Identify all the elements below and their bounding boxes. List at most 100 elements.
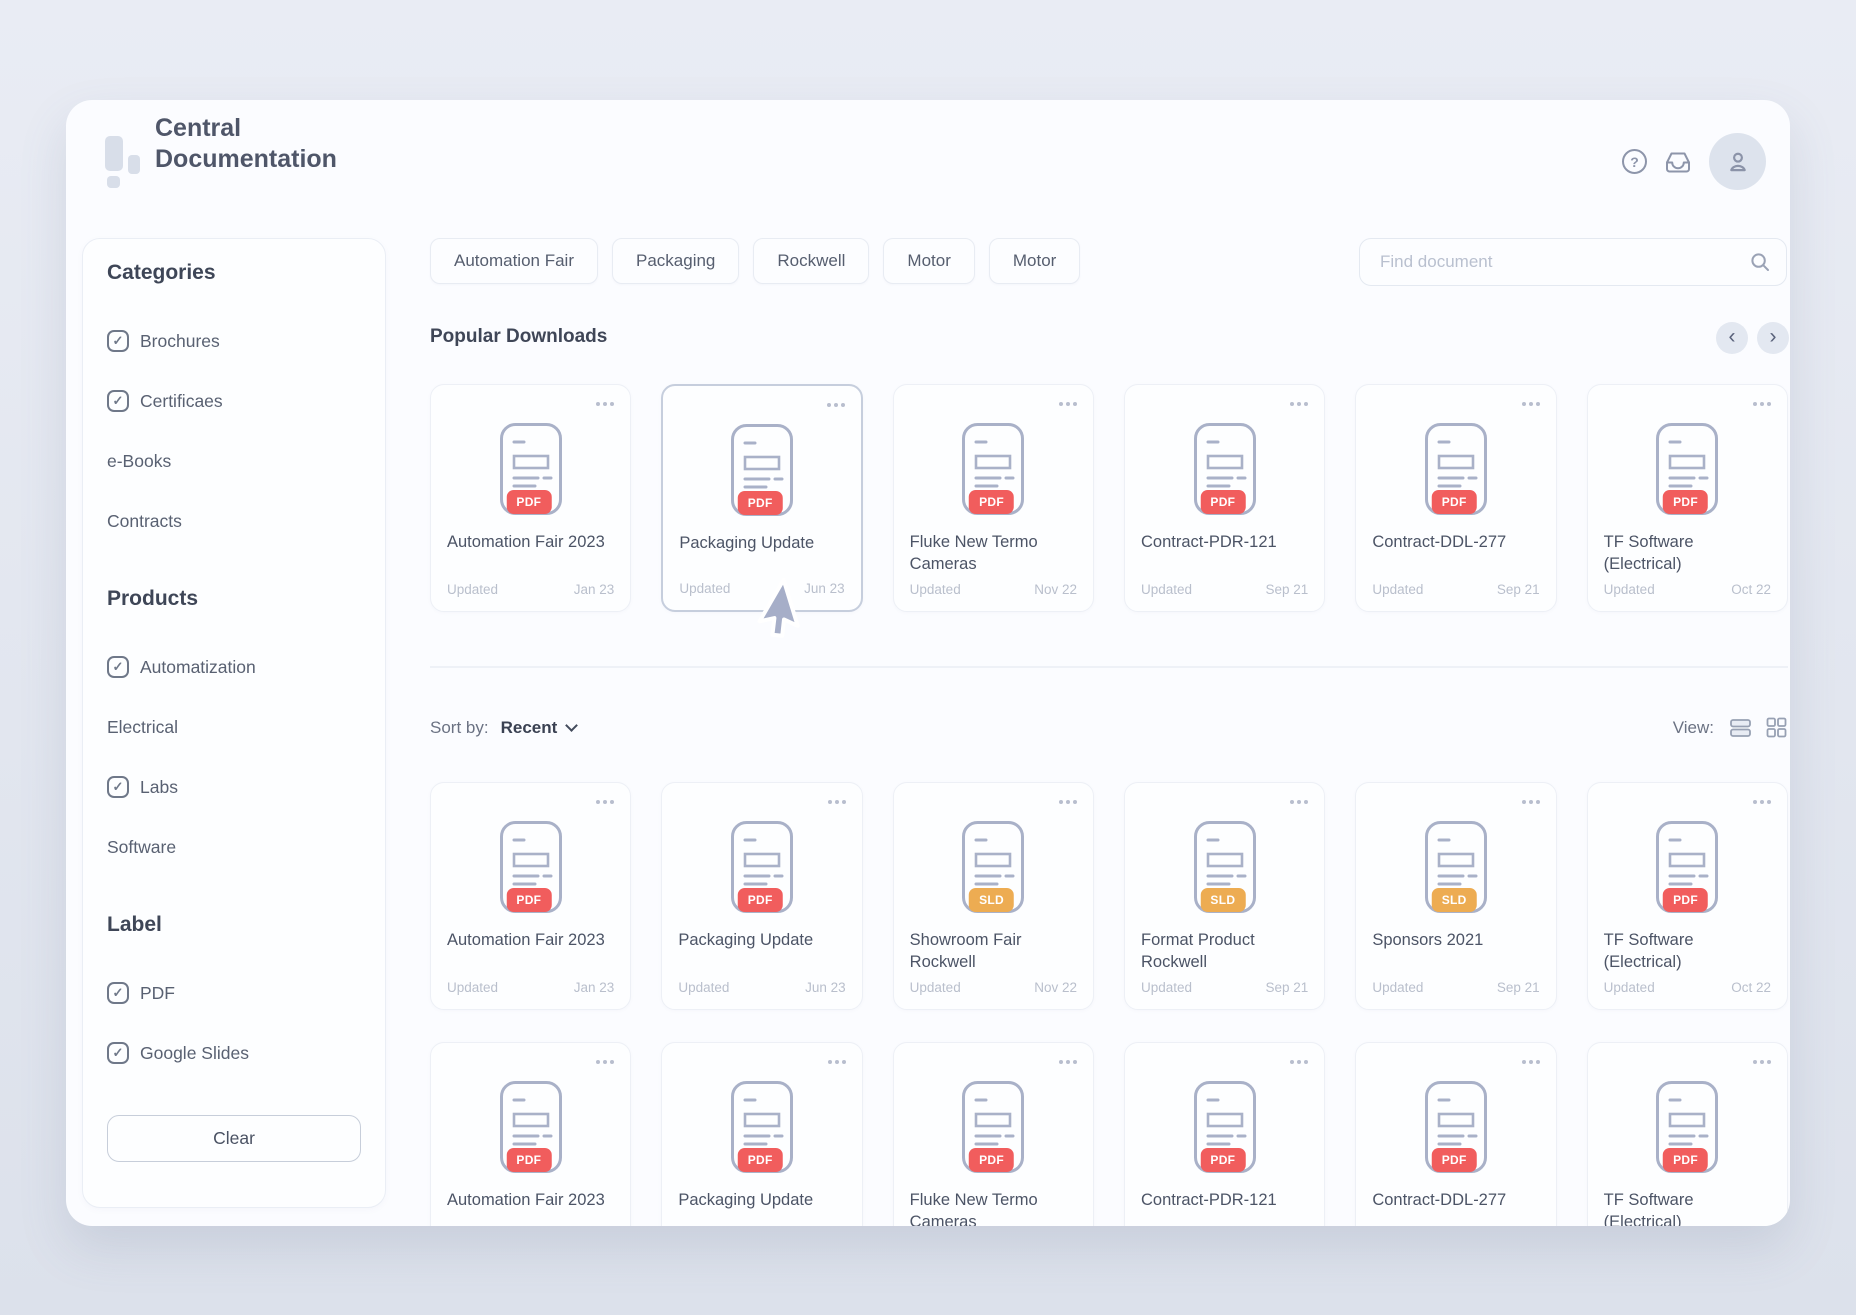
more-options-icon[interactable] (593, 800, 614, 804)
document-card[interactable]: PDF Contract-DDL-277 (1355, 1042, 1556, 1226)
document-icon: SLD (1194, 821, 1256, 913)
file-type-badge: PDF (738, 888, 783, 912)
document-card[interactable]: PDF Packaging Update (661, 1042, 862, 1226)
checkbox-checked-icon[interactable]: ✓ (107, 330, 129, 352)
document-card[interactable]: PDF Automation Fair 2023 UpdatedJan 23 (430, 782, 631, 1010)
document-icon: PDF (500, 423, 562, 515)
filters-sidebar: Categories ✓ Brochures ✓ Certificaes e-B… (82, 238, 386, 1208)
document-card[interactable]: PDF Contract-PDR-121 UpdatedSep 21 (1124, 384, 1325, 612)
chip-automation-fair[interactable]: Automation Fair (430, 238, 598, 284)
chevron-left-icon[interactable]: ‹ (1716, 322, 1748, 354)
sidebar-item-pdf[interactable]: ✓ PDF (107, 963, 361, 1023)
more-options-icon[interactable] (1519, 800, 1540, 804)
clear-button[interactable]: Clear (107, 1115, 361, 1162)
grid-view-icon[interactable] (1765, 716, 1788, 739)
sidebar-item-software[interactable]: Software (107, 817, 361, 877)
sidebar-item-google-slides[interactable]: ✓ Google Slides (107, 1023, 361, 1083)
document-title: Fluke New Termo Cameras (910, 532, 1077, 576)
search-icon[interactable] (1750, 252, 1770, 272)
document-icon: PDF (962, 1081, 1024, 1173)
avatar[interactable] (1709, 133, 1766, 190)
document-title: TF Software (Electrical) (1604, 1190, 1771, 1226)
document-card[interactable]: SLD Showroom Fair Rockwell UpdatedNov 22 (893, 782, 1094, 1010)
sidebar-item-certificaes[interactable]: ✓ Certificaes (107, 371, 361, 431)
more-options-icon[interactable] (825, 800, 846, 804)
document-card[interactable]: PDF Automation Fair 2023 UpdatedJan 23 (430, 384, 631, 612)
more-options-icon[interactable] (1287, 800, 1308, 804)
document-title: Sponsors 2021 (1372, 930, 1539, 952)
document-icon: PDF (1656, 821, 1718, 913)
checkbox-checked-icon[interactable]: ✓ (107, 656, 129, 678)
sort-dropdown[interactable]: Recent (501, 718, 577, 738)
chip-packaging[interactable]: Packaging (612, 238, 739, 284)
more-options-icon[interactable] (1287, 402, 1308, 406)
document-icon: PDF (731, 424, 793, 516)
sidebar-item-contracts[interactable]: Contracts (107, 491, 361, 551)
document-card[interactable]: SLD Sponsors 2021 UpdatedSep 21 (1355, 782, 1556, 1010)
checkbox-checked-icon[interactable]: ✓ (107, 1042, 129, 1064)
updated-date: Sep 21 (1497, 980, 1540, 995)
document-title: Automation Fair 2023 (447, 930, 614, 952)
document-card[interactable]: PDF Automation Fair 2023 (430, 1042, 631, 1226)
more-options-icon[interactable] (1287, 1060, 1308, 1064)
document-title: Contract-DDL-277 (1372, 1190, 1539, 1212)
sidebar-item-brochures[interactable]: ✓ Brochures (107, 311, 361, 371)
sidebar-item-electrical[interactable]: Electrical (107, 697, 361, 757)
document-title: Contract-DDL-277 (1372, 532, 1539, 554)
updated-date: Sep 21 (1266, 582, 1309, 597)
more-options-icon[interactable] (1750, 1060, 1771, 1064)
updated-date: Sep 21 (1497, 582, 1540, 597)
file-type-badge: PDF (738, 1148, 783, 1172)
more-options-icon[interactable] (1519, 402, 1540, 406)
inbox-icon[interactable] (1664, 150, 1692, 174)
document-card[interactable]: PDF Packaging Update UpdatedJun 23 (661, 782, 862, 1010)
help-icon[interactable]: ? (1622, 149, 1647, 174)
document-card[interactable]: PDF Contract-DDL-277 UpdatedSep 21 (1355, 384, 1556, 612)
more-options-icon[interactable] (1056, 1060, 1077, 1064)
document-card-highlighted[interactable]: PDF Packaging Update UpdatedJun 23 (661, 384, 862, 612)
document-title: Contract-PDR-121 (1141, 1190, 1308, 1212)
document-card[interactable]: PDF Fluke New Termo Cameras (893, 1042, 1094, 1226)
app-logo (105, 136, 145, 190)
document-card[interactable]: PDF TF Software (Electrical) UpdatedOct … (1587, 384, 1788, 612)
sidebar-item-ebooks[interactable]: e-Books (107, 431, 361, 491)
chip-motor-2[interactable]: Motor (989, 238, 1080, 284)
more-options-icon[interactable] (1056, 800, 1077, 804)
chip-motor-1[interactable]: Motor (883, 238, 974, 284)
search-input[interactable] (1380, 252, 1750, 272)
list-view-icon[interactable] (1729, 716, 1752, 739)
documents-grid-row-2: PDF Automation Fair 2023 PDF Packaging U… (430, 1042, 1788, 1226)
document-icon: PDF (500, 821, 562, 913)
document-card[interactable]: PDF TF Software (Electrical) (1587, 1042, 1788, 1226)
popular-downloads-heading: Popular Downloads (430, 326, 607, 348)
more-options-icon[interactable] (1519, 1060, 1540, 1064)
checkbox-checked-icon[interactable]: ✓ (107, 982, 129, 1004)
document-card[interactable]: PDF Contract-PDR-121 (1124, 1042, 1325, 1226)
file-type-badge: SLD (1200, 888, 1245, 912)
chip-rockwell[interactable]: Rockwell (753, 238, 869, 284)
checkbox-checked-icon[interactable]: ✓ (107, 776, 129, 798)
document-card[interactable]: SLD Format Product Rockwell UpdatedSep 2… (1124, 782, 1325, 1010)
updated-date: Sep 21 (1266, 980, 1309, 995)
chevron-right-icon[interactable]: › (1757, 322, 1789, 354)
more-options-icon[interactable] (593, 402, 614, 406)
file-type-badge: PDF (1663, 1148, 1708, 1172)
sidebar-item-automatization[interactable]: ✓ Automatization (107, 637, 361, 697)
document-icon: PDF (731, 821, 793, 913)
sort-by-label: Sort by: (430, 718, 489, 738)
checkbox-checked-icon[interactable]: ✓ (107, 390, 129, 412)
more-options-icon[interactable] (1750, 800, 1771, 804)
more-options-icon[interactable] (1750, 402, 1771, 406)
more-options-icon[interactable] (825, 1060, 846, 1064)
sidebar-item-labs[interactable]: ✓ Labs (107, 757, 361, 817)
more-options-icon[interactable] (824, 403, 845, 407)
document-card[interactable]: PDF Fluke New Termo Cameras UpdatedNov 2… (893, 384, 1094, 612)
more-options-icon[interactable] (1056, 402, 1077, 406)
document-title: Packaging Update (678, 930, 845, 952)
more-options-icon[interactable] (593, 1060, 614, 1064)
updated-date: Nov 22 (1034, 980, 1077, 995)
document-card[interactable]: PDF TF Software (Electrical) UpdatedOct … (1587, 782, 1788, 1010)
chevron-down-icon (565, 719, 578, 732)
updated-date: Jan 23 (574, 980, 615, 995)
file-type-badge: SLD (969, 888, 1014, 912)
